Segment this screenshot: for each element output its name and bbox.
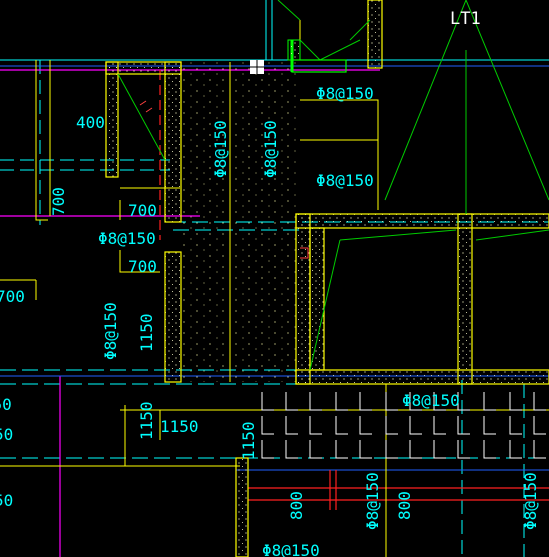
rebar-label-d: Φ8@150	[261, 120, 280, 178]
dim-1150-vertical: 1150	[137, 313, 156, 352]
rebar-label-a: Φ8@150	[316, 84, 374, 103]
stair-label: LT1	[450, 9, 481, 29]
rebar-label-b: Φ8@150	[316, 171, 374, 190]
rebar-label-c: Φ8@150	[211, 120, 230, 178]
dim-700-b: 700	[128, 257, 157, 276]
dim-1150-vertical-3: 1150	[239, 421, 258, 460]
cad-drawing-canvas[interactable]: LT1 Φ8@150 Φ8@150 Φ8@150 Φ8@150 Φ8@150 Φ…	[0, 0, 549, 557]
rebar-label-left: Φ8@150	[0, 395, 12, 414]
dim-50: 50	[0, 491, 13, 510]
rebar-label-g: Φ8@150	[101, 302, 120, 360]
rebar-label-k: Φ8@150	[262, 541, 320, 557]
rebar-label-i: Φ8@150	[363, 472, 382, 530]
rebar-label-e: Φ8@150	[98, 229, 156, 248]
dim-700-vertical: 700	[49, 187, 68, 216]
cursor-pickbox	[250, 60, 264, 74]
dim-800-b: 800	[395, 491, 414, 520]
dim-1150-vertical-2: 1150	[137, 401, 156, 440]
dim-700-a: 700	[128, 201, 157, 220]
dim-left-50: 50	[0, 425, 13, 444]
dim-700-left: 700	[0, 287, 25, 306]
dim-800-a: 800	[287, 491, 306, 520]
landing-slab	[180, 62, 300, 382]
dim-1150-horizontal: 1150	[160, 417, 199, 436]
rebar-label-j: Φ8@150	[521, 472, 540, 530]
rebar-label-f: Φ8@150	[402, 391, 460, 410]
dim-400: 400	[76, 113, 105, 132]
